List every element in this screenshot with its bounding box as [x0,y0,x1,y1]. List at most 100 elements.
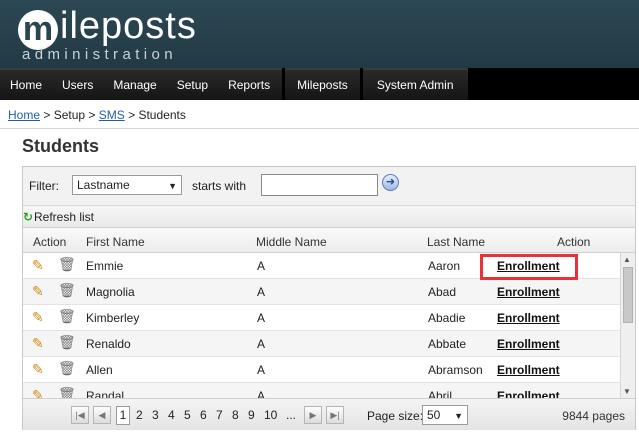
filter-bar: Filter: Lastname ▼ starts with ➜ [23,167,635,205]
filter-field-value: Lastname [77,178,130,192]
starts-with-label: starts with [192,179,247,193]
enrollment-link[interactable]: Enrollment [497,363,560,377]
trash-icon[interactable]: 🗑 [58,335,76,349]
pencil-icon[interactable]: ✎ [32,284,44,298]
filter-field-select[interactable]: Lastname ▼ [72,175,182,195]
page-count: 9844 pages [562,409,625,423]
table-row: ✎ 🗑 Kimberley A Abadie Enrollment [23,305,620,331]
pager: |◀ ◀ 1 2 3 4 5 6 7 8 9 10 ... ▶ ▶| Page … [23,398,635,430]
cell-last-name: Abbate [428,337,467,351]
grid-body: ✎ 🗑 Emmie A Aaron Enrollment ✎ 🗑 Magnoli… [23,253,620,398]
nav-manage[interactable]: Manage [103,68,167,98]
go-arrow-icon[interactable]: ➜ [382,174,399,191]
enrollment-link[interactable]: Enrollment [497,311,560,325]
scroll-up-icon[interactable]: ▲ [623,255,631,264]
enrollment-link[interactable]: Enrollment [497,389,560,398]
page-link-current[interactable]: 1 [116,406,130,425]
nav-users[interactable]: Users [52,68,104,98]
cell-first-name: Emmie [86,259,124,273]
prev-page-icon[interactable]: ◀ [93,406,111,424]
first-page-icon[interactable]: |◀ [71,406,89,424]
page-link[interactable]: 8 [232,408,239,422]
trash-icon[interactable]: 🗑 [58,283,76,297]
header-action-right: Action [557,235,591,249]
cell-middle-name: A [257,337,266,351]
table-row: ✎ 🗑 Magnolia A Abad Enrollment [23,279,620,305]
page-link[interactable]: 3 [152,408,159,422]
search-input[interactable] [261,174,378,196]
table-row: ✎ 🗑 Renaldo A Abbate Enrollment [23,331,620,357]
cell-middle-name: A [257,259,266,273]
page-size-select[interactable]: 50 ▼ [422,405,468,425]
nav-mileposts[interactable]: Mileposts [285,68,360,98]
page-link[interactable]: 6 [200,408,207,422]
cell-first-name: Renaldo [86,337,131,351]
page-link[interactable]: 2 [136,408,143,422]
nav-group-system-admin: System Admin [362,68,471,100]
grid-header: Action First Name Middle Name Last Name … [23,227,635,253]
breadcrumb-home-link[interactable]: Home [8,108,40,122]
trash-icon[interactable]: 🗑 [58,387,76,398]
logo-text: ileposts [60,5,197,47]
logo-mark: m [18,10,58,50]
pencil-icon[interactable]: ✎ [32,362,44,376]
cell-last-name: Abramson [428,363,483,377]
page-size-value: 50 [427,408,441,422]
cell-last-name: Aaron [428,259,461,273]
enrollment-link[interactable]: Enrollment [497,337,560,351]
chevron-down-icon: ▼ [454,411,463,421]
pencil-icon[interactable]: ✎ [32,336,44,350]
breadcrumb-sms-link[interactable]: SMS [99,108,125,122]
cell-middle-name: A [257,363,266,377]
cell-first-name: Kimberley [86,311,140,325]
page-link[interactable]: 10 [264,408,277,422]
breadcrumb-divider [0,128,639,129]
nav-home[interactable]: Home [0,68,53,98]
page-link[interactable]: 7 [216,408,223,422]
scroll-down-icon[interactable]: ▼ [623,387,631,396]
students-panel: Filter: Lastname ▼ starts with ➜ ↻ Refre… [22,166,636,430]
page-link-more[interactable]: ... [286,408,296,422]
chevron-down-icon: ▼ [168,181,177,191]
page-link[interactable]: 9 [248,408,255,422]
breadcrumb-separator: > [85,108,99,122]
nav-setup[interactable]: Setup [166,68,219,98]
cell-first-name: Allen [86,363,113,377]
breadcrumb-separator: > [124,108,139,122]
next-page-icon[interactable]: ▶ [304,406,322,424]
breadcrumb: Home > Setup > SMS > Students [8,108,186,122]
nav-group-mileposts: Mileposts [285,68,363,100]
nav-system-admin[interactable]: System Admin [362,68,468,98]
cell-last-name: Abad [428,285,457,299]
enrollment-link[interactable]: Enrollment [497,259,560,273]
header-first-name[interactable]: First Name [86,235,145,249]
cell-first-name: Randal [86,389,125,398]
refresh-list-button[interactable]: Refresh list [34,210,94,224]
breadcrumb-current: Students [138,108,186,122]
trash-icon[interactable]: 🗑 [58,257,76,271]
pencil-icon[interactable]: ✎ [32,310,44,324]
header-last-name[interactable]: Last Name [427,235,485,249]
page-link[interactable]: 5 [184,408,191,422]
pencil-icon[interactable]: ✎ [32,388,44,398]
header-action-left: Action [33,235,67,249]
last-page-icon[interactable]: ▶| [326,406,344,424]
vertical-scrollbar[interactable]: ▲ ▼ [620,253,635,398]
table-row: ✎ 🗑 Randal A Abril Enrollment [23,383,620,398]
refresh-icon[interactable]: ↻ [23,210,33,224]
logo-subtitle: administration [22,46,177,63]
refresh-bar: ↻ Refresh list [23,205,635,227]
nav-reports[interactable]: Reports [218,68,283,98]
main-nav: Home Users Manage Setup Reports Milepost… [0,68,639,100]
nav-group-main: Home Users Manage Setup Reports [0,68,286,100]
trash-icon[interactable]: 🗑 [58,361,76,375]
cell-last-name: Abril [428,389,453,398]
scroll-thumb[interactable] [623,267,633,323]
pencil-icon[interactable]: ✎ [32,258,44,272]
breadcrumb-separator: > [40,108,54,122]
table-row: ✎ 🗑 Emmie A Aaron Enrollment [23,253,620,279]
header-middle-name[interactable]: Middle Name [256,235,327,249]
enrollment-link[interactable]: Enrollment [497,285,560,299]
page-link[interactable]: 4 [168,408,175,422]
trash-icon[interactable]: 🗑 [58,309,76,323]
